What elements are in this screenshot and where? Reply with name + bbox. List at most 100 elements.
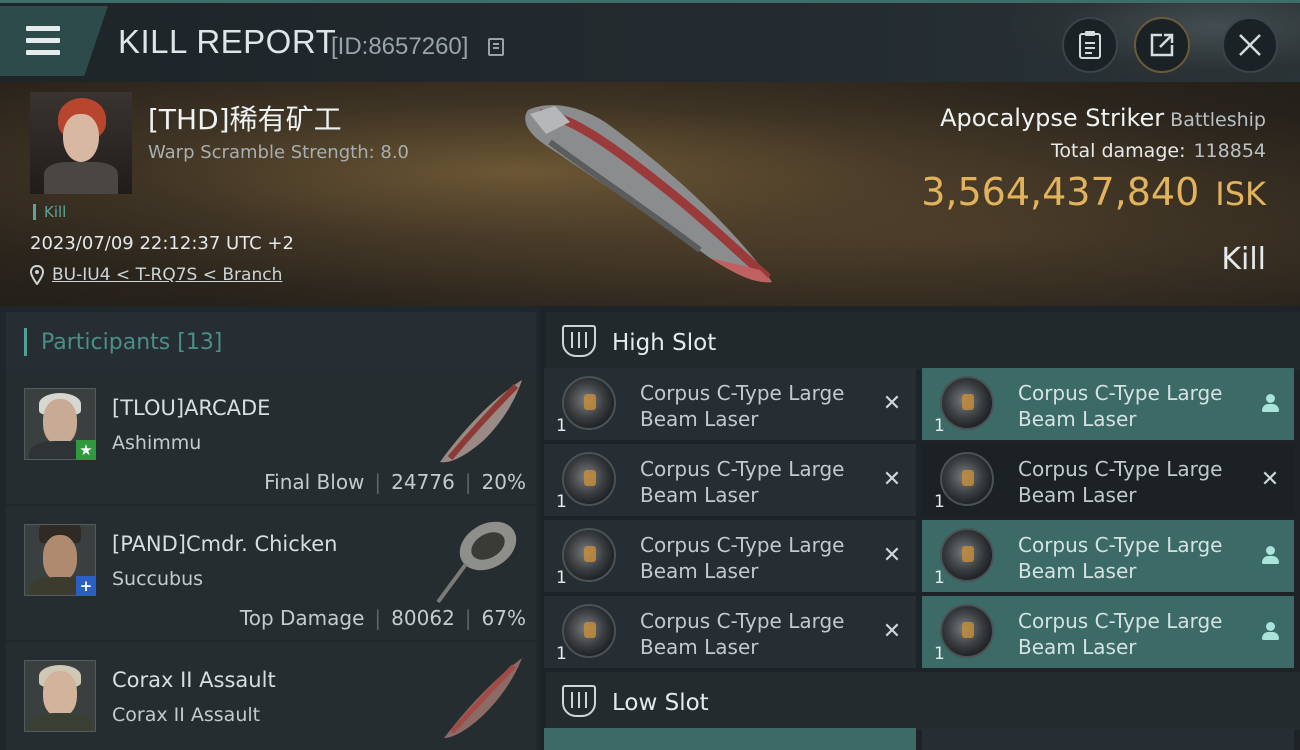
ship-name[interactable]: Apocalypse Striker — [940, 104, 1164, 132]
victim-avatar[interactable] — [30, 92, 132, 194]
star-badge-icon: ★ — [76, 440, 96, 460]
module-name: Corpus C-Type Large Beam Laser — [640, 609, 845, 659]
share-button[interactable] — [1134, 17, 1190, 73]
high-slot-header: High Slot — [546, 312, 1300, 370]
module-name: Corpus C-Type Large Beam Laser — [1018, 381, 1223, 431]
kill-result-label: Kill — [1221, 242, 1266, 277]
low-slot-label: Low Slot — [612, 690, 709, 716]
person-icon — [1258, 392, 1282, 416]
title-bar: KILL REPORT [ID:8657260] — [0, 0, 1300, 83]
module-quantity: 1 — [934, 492, 945, 512]
participant-row[interactable]: Corax II Assault Corax II Assault — [6, 642, 536, 750]
module-quantity: 1 — [934, 644, 945, 664]
beam-laser-icon — [940, 528, 994, 582]
high-slot-label: High Slot — [612, 330, 717, 356]
module-slot[interactable]: 1 Corpus C-Type Large Beam Laser ✕ — [544, 520, 916, 592]
beam-laser-icon — [562, 528, 616, 582]
destroyed-icon: ✕ — [1260, 467, 1280, 492]
isk-amount: 3,564,437,840 — [921, 170, 1200, 214]
avatar-face — [43, 535, 77, 581]
total-damage: Total damage: 118854 — [1051, 140, 1266, 162]
avatar-body — [44, 162, 118, 194]
close-icon — [1239, 34, 1261, 56]
module-quantity: 1 — [556, 416, 567, 436]
module-slot[interactable]: 1 Corpus C-Type Large Beam Laser ✕ — [544, 368, 916, 440]
participant-stats: Top Damage | 80062 | 67% — [239, 606, 526, 630]
module-quantity: 1 — [556, 644, 567, 664]
beam-laser-icon — [562, 376, 616, 430]
fitting-panel: High Slot 1 Corpus C-Type Large Beam Las… — [540, 306, 1300, 750]
menu-icon-bar — [26, 38, 60, 43]
module-slot[interactable]: 1 Corpus C-Type Large Beam Laser — [922, 368, 1294, 440]
victim-name[interactable]: [THD]稀有矿工 — [148, 98, 342, 138]
victim-banner: [THD]稀有矿工 Warp Scramble Strength: 8.0 Ki… — [0, 82, 1300, 306]
avatar-body — [29, 713, 93, 731]
participant-ship: Corax II Assault — [112, 704, 261, 726]
kill-timestamp: 2023/07/09 22:12:37 UTC +2 — [30, 233, 294, 254]
module-name: Corpus C-Type Large Beam Laser — [1018, 609, 1223, 659]
participants-header: Participants [13] — [6, 312, 536, 370]
copy-id-icon[interactable] — [488, 38, 504, 56]
module-slot[interactable] — [922, 728, 1294, 750]
module-slot[interactable]: 1 Corpus C-Type Large Beam Laser — [922, 520, 1294, 592]
destroyed-icon: ✕ — [882, 391, 902, 416]
module-slot[interactable]: 1 Corpus C-Type Large Beam Laser — [922, 596, 1294, 668]
module-name: Corpus C-Type Large Beam Laser — [640, 381, 845, 431]
kill-location[interactable]: BU-IU4 < T-RQ7S < Branch — [30, 265, 282, 285]
participant-stats: Final Blow | 24776 | 20% — [264, 470, 526, 494]
module-slot[interactable]: 1 Corpus C-Type Large Beam Laser ✕ — [544, 596, 916, 668]
isk-value: 3,564,437,840 ISK — [921, 170, 1266, 214]
person-icon — [1258, 544, 1282, 568]
destroyed-icon: ✕ — [882, 467, 902, 492]
participant-name: Corax II Assault — [112, 668, 276, 692]
participant-ship-image — [444, 658, 522, 738]
participant-damage: 80062 — [391, 606, 455, 630]
module-slot[interactable]: 1 Corpus C-Type Large Beam Laser ✕ — [922, 444, 1294, 516]
module-slot[interactable]: 1 Corpus C-Type Large Beam Laser ✕ — [544, 444, 916, 516]
module-quantity: 1 — [934, 416, 945, 436]
module-name: Corpus C-Type Large Beam Laser — [1018, 457, 1223, 507]
participants-count: [13] — [177, 330, 223, 355]
participant-name: [PAND]Cmdr. Chicken — [112, 532, 338, 556]
total-damage-label: Total damage: — [1051, 140, 1186, 162]
participant-name: [TLOU]ARCADE — [112, 396, 271, 420]
participant-row[interactable]: + [PAND]Cmdr. Chicken Succubus Top Damag… — [6, 506, 536, 640]
module-name: Corpus C-Type Large Beam Laser — [640, 533, 845, 583]
avatar-face — [43, 399, 77, 445]
module-name: Corpus C-Type Large Beam Laser — [1018, 533, 1223, 583]
participant-row[interactable]: ★ [TLOU]ARCADE Ashimmu Final Blow | 24776 |… — [6, 370, 536, 504]
module-quantity: 1 — [556, 568, 567, 588]
module-slot[interactable] — [544, 728, 916, 750]
beam-laser-icon — [562, 604, 616, 658]
location-text[interactable]: BU-IU4 < T-RQ7S < Branch — [52, 265, 282, 285]
kill-type-tag: Kill — [33, 204, 66, 220]
participant-ship-image — [436, 521, 517, 604]
beam-laser-icon — [940, 604, 994, 658]
person-icon — [1258, 620, 1282, 644]
report-button[interactable] — [1062, 17, 1118, 73]
participant-damage: 24776 — [391, 470, 455, 494]
low-slot-header: Low Slot — [546, 672, 1300, 730]
destroyed-icon: ✕ — [882, 543, 902, 568]
participant-percent: 67% — [481, 606, 526, 630]
participant-ship: Ashimmu — [112, 432, 202, 454]
menu-icon — [26, 26, 60, 31]
high-slot-icon — [562, 325, 596, 357]
beam-laser-icon — [940, 452, 994, 506]
warp-scramble-strength: Warp Scramble Strength: 8.0 — [148, 142, 410, 163]
module-name: Corpus C-Type Large Beam Laser — [640, 457, 845, 507]
total-damage-value: 118854 — [1193, 140, 1266, 162]
avatar-face — [43, 671, 77, 717]
destroyed-icon: ✕ — [882, 619, 902, 644]
low-slot-icon — [562, 685, 596, 717]
module-quantity: 1 — [556, 492, 567, 512]
beam-laser-icon — [940, 376, 994, 430]
location-pin-icon — [30, 265, 44, 285]
menu-button[interactable] — [0, 6, 108, 76]
ship-class: Battleship — [1170, 109, 1266, 131]
page-title: KILL REPORT — [118, 23, 337, 60]
participants-label: Participants — [41, 330, 171, 355]
plus-badge-icon: + — [76, 576, 96, 596]
close-button[interactable] — [1222, 17, 1278, 73]
participants-panel: Participants [13] ★ [TLOU]ARCADE Ashimmu… — [0, 306, 540, 750]
